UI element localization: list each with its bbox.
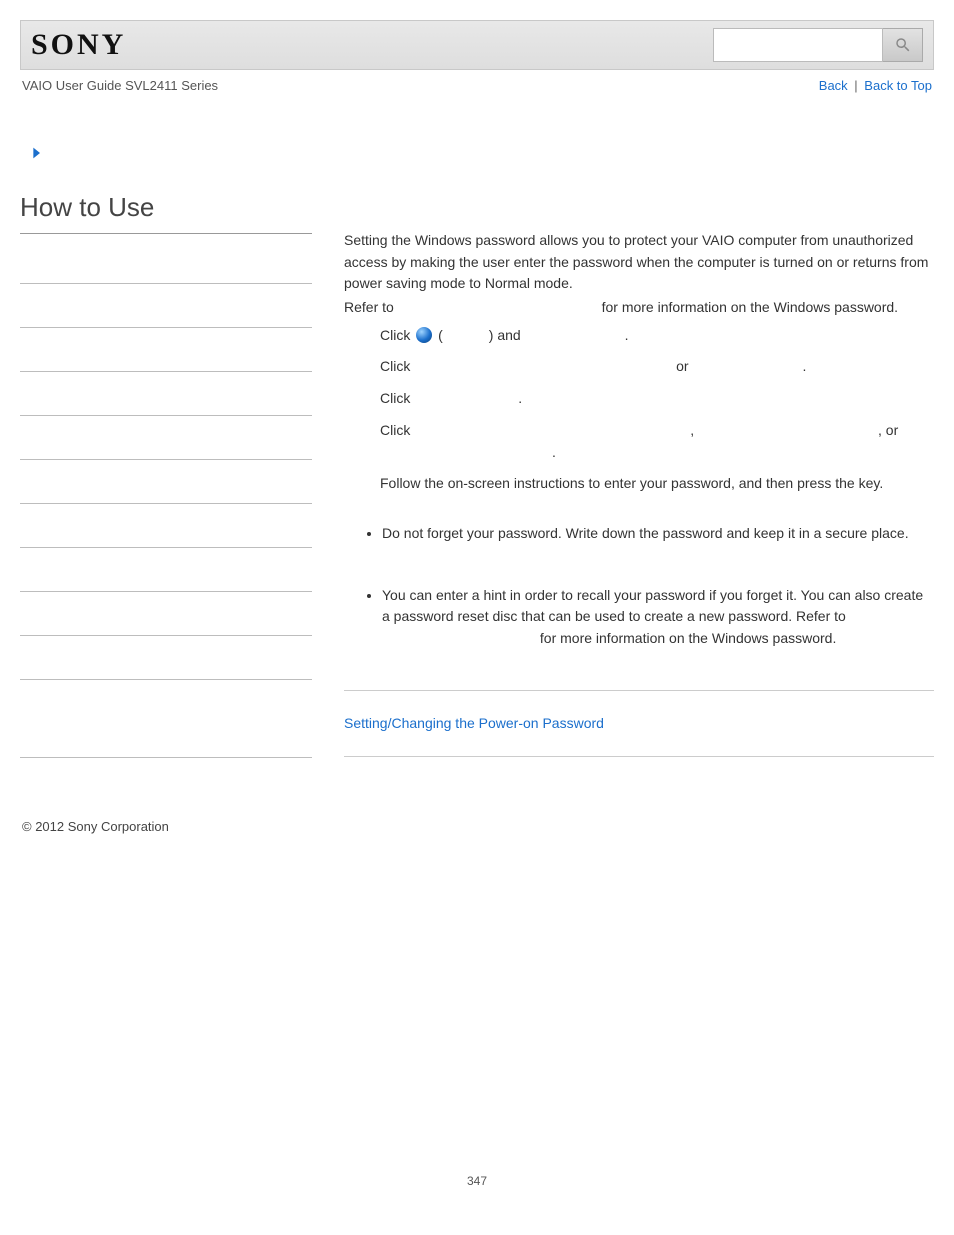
sidebar-item[interactable] bbox=[20, 240, 312, 284]
sidebar-item[interactable] bbox=[20, 328, 312, 372]
sidebar-item[interactable] bbox=[20, 592, 312, 636]
sidebar: How to Use bbox=[20, 192, 330, 779]
back-link[interactable]: Back bbox=[819, 78, 848, 93]
page-number: 347 bbox=[0, 1174, 954, 1208]
header-bar: SONY bbox=[20, 20, 934, 70]
steps-list: Click () and . Click or . Click . Click … bbox=[380, 325, 934, 463]
step-4: Click , , or . bbox=[380, 420, 934, 463]
search-group bbox=[713, 28, 923, 62]
main-content: Setting the Windows password allows you … bbox=[330, 192, 934, 779]
sidebar-heading: How to Use bbox=[20, 192, 312, 234]
search-input[interactable] bbox=[713, 28, 883, 62]
notes-list: Do not forget your password. Write down … bbox=[368, 523, 934, 650]
refer-line: Refer to for more information on the Win… bbox=[344, 297, 934, 319]
content: How to Use Setting the Windows password … bbox=[20, 192, 934, 779]
search-icon bbox=[894, 36, 912, 54]
intro-paragraph: Setting the Windows password allows you … bbox=[344, 230, 934, 295]
related-link[interactable]: Setting/Changing the Power-on Password bbox=[344, 715, 604, 731]
sidebar-item[interactable] bbox=[20, 714, 312, 758]
sidebar-item[interactable] bbox=[20, 548, 312, 592]
nav-separator: | bbox=[851, 78, 862, 93]
step-3: Click . bbox=[380, 388, 934, 410]
sidebar-item[interactable] bbox=[20, 372, 312, 416]
sidebar-item[interactable] bbox=[20, 636, 312, 680]
divider bbox=[344, 690, 934, 691]
divider bbox=[344, 756, 934, 757]
breadcrumb-chevron bbox=[28, 145, 954, 164]
back-to-top-link[interactable]: Back to Top bbox=[864, 78, 932, 93]
chevron-right-icon bbox=[28, 145, 44, 161]
nav-links: Back | Back to Top bbox=[819, 78, 932, 93]
sidebar-item[interactable] bbox=[20, 284, 312, 328]
subheader: VAIO User Guide SVL2411 Series Back | Ba… bbox=[22, 78, 932, 93]
guide-title: VAIO User Guide SVL2411 Series bbox=[22, 78, 218, 93]
step-1: Click () and . bbox=[380, 325, 934, 347]
note-item: You can enter a hint in order to recall … bbox=[382, 585, 934, 650]
footer-copyright: © 2012 Sony Corporation bbox=[22, 819, 932, 834]
search-button[interactable] bbox=[883, 28, 923, 62]
follow-instructions: Follow the on-screen instructions to ent… bbox=[380, 473, 934, 495]
note-item: Do not forget your password. Write down … bbox=[382, 523, 934, 545]
sidebar-item[interactable] bbox=[20, 504, 312, 548]
sidebar-item[interactable] bbox=[20, 416, 312, 460]
step-2: Click or . bbox=[380, 356, 934, 378]
sidebar-item[interactable] bbox=[20, 460, 312, 504]
related-topic: Setting/Changing the Power-on Password bbox=[344, 713, 934, 735]
sony-logo: SONY bbox=[31, 28, 126, 62]
windows-orb-icon bbox=[416, 327, 432, 343]
